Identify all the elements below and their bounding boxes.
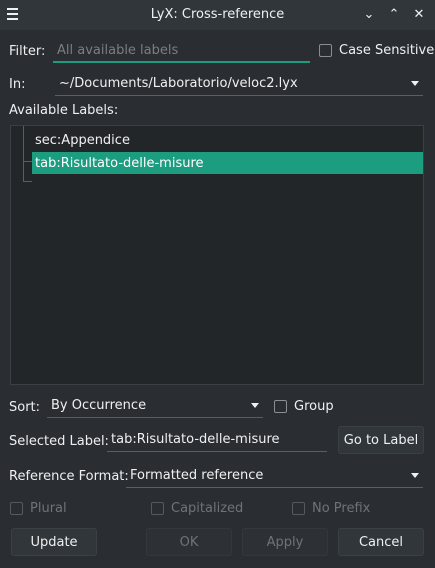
cancel-button[interactable]: Cancel [338, 528, 424, 556]
group-label: Group [294, 399, 334, 414]
group-checkbox[interactable] [274, 400, 287, 413]
selected-label-input[interactable] [107, 428, 327, 452]
capitalized-checkbox[interactable] [151, 502, 164, 515]
in-document-value: ~/Documents/Laboratorio/veloc2.lyx [59, 76, 298, 91]
reference-format-label: Reference Format: [9, 469, 129, 484]
filter-input[interactable] [53, 39, 310, 63]
chevron-down-icon [411, 473, 419, 478]
label-item-tab-risultato[interactable]: tab:Risultato-delle-misure [32, 152, 423, 174]
title-bar: LyX: Cross-reference ⌄ ⌃ ✕ [0, 0, 435, 30]
label-item-text: sec:Appendice [35, 132, 130, 148]
chevron-down-icon [411, 81, 419, 86]
label-item-text: tab:Risultato-delle-misure [35, 155, 204, 171]
available-labels-heading: Available Labels: [9, 103, 119, 118]
close-icon[interactable]: ✕ [410, 5, 428, 23]
capitalized-label: Capitalized [171, 501, 244, 516]
tree-branch-line [23, 181, 32, 182]
in-label: In: [9, 77, 26, 92]
case-sensitive-label: Case Sensitive [339, 43, 435, 58]
no-prefix-label: No Prefix [312, 501, 371, 516]
sort-label: Sort: [9, 400, 41, 415]
plural-checkbox[interactable] [10, 502, 23, 515]
reference-format-value: Formatted reference [130, 468, 264, 483]
in-document-select[interactable]: ~/Documents/Laboratorio/veloc2.lyx [55, 72, 423, 96]
label-item-sec-appendice[interactable]: sec:Appendice [32, 129, 423, 151]
labels-tree[interactable]: sec:Appendice tab:Risultato-delle-misure [10, 125, 424, 385]
minimize-icon[interactable]: ⌄ [360, 5, 378, 23]
update-button[interactable]: Update [11, 528, 97, 556]
maximize-icon[interactable]: ⌃ [385, 5, 403, 23]
plural-label: Plural [30, 501, 67, 516]
case-sensitive-checkbox[interactable] [319, 44, 332, 57]
reference-format-select[interactable]: Formatted reference [126, 464, 423, 488]
ok-button[interactable]: OK [146, 528, 232, 556]
sort-value: By Occurrence [51, 398, 147, 413]
sort-select[interactable]: By Occurrence [47, 394, 263, 418]
no-prefix-checkbox[interactable] [292, 502, 305, 515]
apply-button[interactable]: Apply [242, 528, 328, 556]
tree-branch-line [23, 161, 32, 162]
tree-branch-line [23, 126, 24, 182]
go-to-label-button[interactable]: Go to Label [338, 426, 424, 454]
selected-label-caption: Selected Label: [9, 434, 109, 449]
chevron-down-icon [251, 403, 259, 408]
filter-label: Filter: [9, 44, 46, 59]
